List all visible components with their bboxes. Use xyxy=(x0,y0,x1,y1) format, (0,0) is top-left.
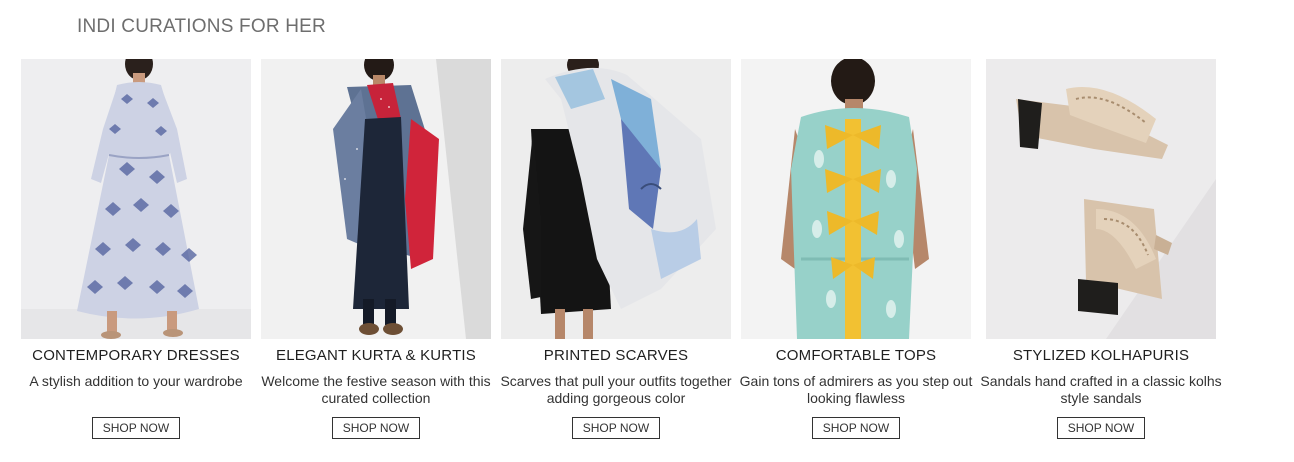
card-title[interactable]: STYLIZED KOLHAPURIS xyxy=(966,346,1236,366)
kurta-product-image[interactable] xyxy=(261,59,491,339)
top-product-image[interactable] xyxy=(741,59,971,339)
category-card-scarves[interactable]: PRINTED SCARVES Scarves that pull your o… xyxy=(500,59,732,439)
category-card-tops[interactable]: COMFORTABLE TOPS Gain tons of admirers a… xyxy=(740,59,972,439)
sandal-product-image[interactable] xyxy=(986,59,1216,339)
card-title[interactable]: PRINTED SCARVES xyxy=(481,346,751,366)
shop-now-button[interactable]: SHOP NOW xyxy=(91,417,181,439)
card-description: Gain tons of admirers as you step out lo… xyxy=(739,373,973,406)
card-description: A stylish addition to your wardrobe xyxy=(29,373,243,389)
card-title[interactable]: ELEGANT KURTA & KURTIS xyxy=(241,346,511,366)
shop-now-button[interactable]: SHOP NOW xyxy=(1056,417,1146,439)
card-description: Scarves that pull your outfits together … xyxy=(500,373,732,406)
card-title[interactable]: CONTEMPORARY DRESSES xyxy=(1,346,271,366)
card-description: Welcome the festive season with this cur… xyxy=(261,373,491,406)
scarf-product-image[interactable] xyxy=(501,59,731,339)
shop-now-button[interactable]: SHOP NOW xyxy=(571,417,661,439)
category-card-kurta[interactable]: ELEGANT KURTA & KURTIS Welcome the festi… xyxy=(261,59,491,439)
dress-product-image[interactable] xyxy=(21,59,251,339)
category-card-kolhapuris[interactable]: STYLIZED KOLHAPURIS Sandals hand crafted… xyxy=(980,59,1222,439)
shop-now-button[interactable]: SHOP NOW xyxy=(331,417,421,439)
shop-now-button[interactable]: SHOP NOW xyxy=(811,417,901,439)
card-description: Sandals hand crafted in a classic kolhs … xyxy=(980,373,1222,406)
category-card-dresses[interactable]: CONTEMPORARY DRESSES A stylish addition … xyxy=(21,59,251,439)
card-title[interactable]: COMFORTABLE TOPS xyxy=(721,346,991,366)
section-title: INDI CURATIONS FOR HER xyxy=(77,16,326,37)
